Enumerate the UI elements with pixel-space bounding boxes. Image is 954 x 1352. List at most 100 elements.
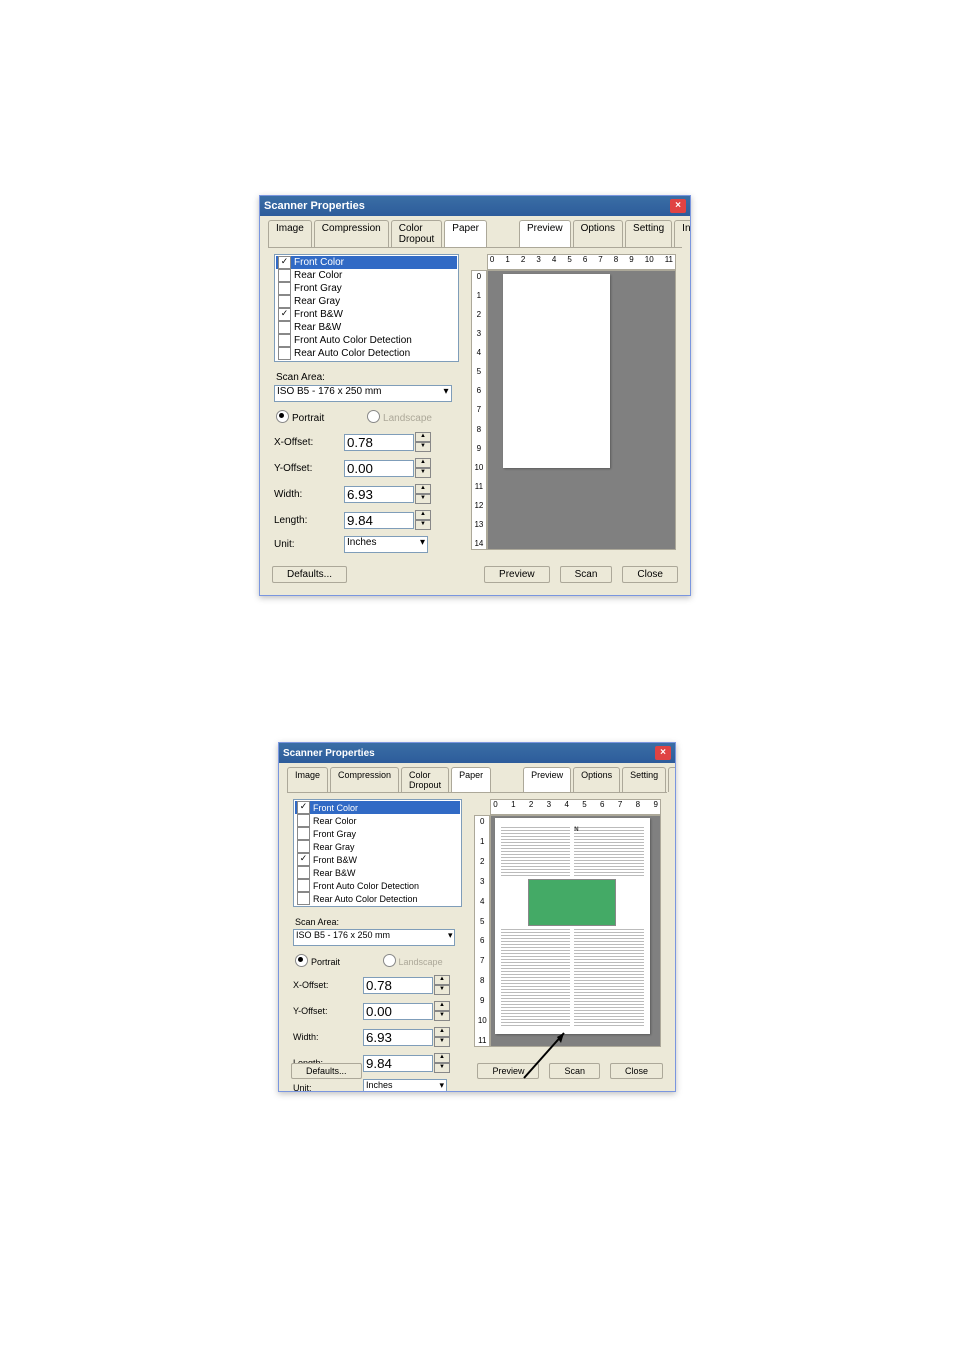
radio-landscape[interactable] (383, 954, 396, 967)
tab-information[interactable]: Information (674, 220, 691, 247)
yoffset-input[interactable] (363, 1003, 433, 1020)
spinner[interactable]: ▲▼ (415, 432, 431, 452)
tab-options[interactable]: Options (573, 767, 620, 792)
defaults-button[interactable]: Defaults... (272, 566, 347, 583)
tab-compression[interactable]: Compression (314, 220, 389, 247)
title-bar[interactable]: Scanner Properties × (260, 196, 690, 216)
spinner[interactable]: ▲▼ (434, 1027, 450, 1047)
preview-panel: 01234567891011 01234567891011121314 (471, 254, 676, 550)
length-label: Length: (274, 515, 344, 526)
list-item: Front Gray (276, 282, 457, 295)
spinner[interactable]: ▲▼ (415, 458, 431, 478)
checkbox-icon[interactable] (278, 295, 291, 308)
checkbox-icon[interactable] (297, 814, 310, 827)
tab-paper[interactable]: Paper (451, 767, 491, 792)
spinner[interactable]: ▲▼ (434, 1053, 450, 1073)
scan-area-select[interactable]: ISO B5 - 176 x 250 mm▾ (293, 929, 455, 946)
tab-information[interactable]: Information (668, 767, 676, 792)
tab-preview[interactable]: Preview (523, 767, 571, 792)
tab-image[interactable]: Image (287, 767, 328, 792)
close-button[interactable]: Close (610, 1063, 663, 1079)
image-type-list[interactable]: ✓Front Color Rear Color Front Gray Rear … (274, 254, 459, 362)
scanned-document-thumbnail: N (501, 827, 644, 1026)
orientation-radios: Portrait Landscape (276, 408, 459, 424)
preview-button[interactable]: Preview (484, 566, 550, 583)
checkbox-icon[interactable] (278, 347, 291, 360)
tab-color-dropout[interactable]: Color Dropout (401, 767, 449, 792)
width-label: Width: (293, 1032, 363, 1042)
preview-page[interactable]: N (495, 818, 650, 1034)
left-panel: ✓Front Color Rear Color Front Gray Rear … (274, 254, 459, 550)
left-panel: ✓Front Color Rear Color Front Gray Rear … (293, 799, 462, 1047)
tab-compression[interactable]: Compression (330, 767, 399, 792)
width-input[interactable] (363, 1029, 433, 1046)
xoffset-label: X-Offset: (293, 980, 363, 990)
spinner[interactable]: ▲▼ (415, 510, 431, 530)
checkbox-icon[interactable] (297, 840, 310, 853)
radio-landscape[interactable] (367, 410, 380, 423)
scan-area-select[interactable]: ISO B5 - 176 x 250 mm▾ (274, 385, 452, 402)
close-icon[interactable]: × (655, 746, 671, 760)
title-bar[interactable]: Scanner Properties × (279, 743, 675, 763)
defaults-button[interactable]: Defaults... (291, 1063, 362, 1079)
spinner[interactable]: ▲▼ (434, 975, 450, 995)
unit-label: Unit: (293, 1083, 363, 1093)
ruler-vertical: 01234567891011121314 (471, 270, 487, 550)
checkbox-icon[interactable] (297, 866, 310, 879)
close-button[interactable]: Close (622, 566, 678, 583)
checkbox-icon[interactable] (278, 269, 291, 282)
scan-button[interactable]: Scan (560, 566, 613, 583)
list-item: ✓Front Color (295, 801, 460, 814)
chevron-down-icon: ▾ (439, 1080, 444, 1091)
scanner-properties-dialog-2: Scanner Properties × Image Compression C… (278, 742, 676, 1092)
width-input[interactable] (344, 486, 414, 503)
checkbox-icon[interactable] (278, 321, 291, 334)
image-type-list[interactable]: ✓Front Color Rear Color Front Gray Rear … (293, 799, 462, 907)
checkbox-icon[interactable] (278, 334, 291, 347)
checkbox-icon[interactable] (278, 282, 291, 295)
checkbox-icon[interactable] (297, 879, 310, 892)
unit-label: Unit: (274, 539, 344, 550)
checkbox-icon[interactable]: ✓ (297, 853, 310, 866)
length-input[interactable] (363, 1055, 433, 1072)
tab-image[interactable]: Image (268, 220, 312, 247)
preview-button[interactable]: Preview (477, 1063, 539, 1079)
ruler-vertical: 01234567891011 (474, 815, 490, 1047)
close-icon[interactable]: × (670, 199, 686, 213)
list-item: ✓Front B&W (276, 308, 457, 321)
checkbox-icon[interactable]: ✓ (278, 256, 291, 269)
preview-bed[interactable] (487, 270, 676, 550)
preview-page[interactable] (503, 274, 610, 469)
xoffset-input[interactable] (363, 977, 433, 994)
list-item: Rear B&W (295, 866, 460, 879)
list-item: Rear Color (295, 814, 460, 827)
tab-color-dropout[interactable]: Color Dropout (391, 220, 443, 247)
tab-paper[interactable]: Paper (444, 220, 487, 247)
radio-portrait[interactable] (295, 954, 308, 967)
spinner[interactable]: ▲▼ (434, 1001, 450, 1021)
checkbox-icon[interactable]: ✓ (297, 801, 310, 814)
scan-button[interactable]: Scan (549, 1063, 600, 1079)
unit-select[interactable]: Inches▾ (344, 536, 428, 553)
tab-setting[interactable]: Setting (622, 767, 666, 792)
chevron-down-icon: ▾ (443, 386, 448, 397)
tab-options[interactable]: Options (573, 220, 623, 247)
tab-preview[interactable]: Preview (519, 220, 571, 247)
length-input[interactable] (344, 512, 414, 529)
checkbox-icon[interactable]: ✓ (278, 308, 291, 321)
tab-setting[interactable]: Setting (625, 220, 672, 247)
width-label: Width: (274, 489, 344, 500)
unit-select[interactable]: Inches▾ (363, 1079, 447, 1092)
chevron-down-icon: ▾ (420, 537, 425, 548)
button-bar: Defaults... Preview Scan Close (260, 556, 690, 595)
yoffset-input[interactable] (344, 460, 414, 477)
ruler-horizontal: 0123456789 (490, 799, 661, 815)
checkbox-icon[interactable] (297, 892, 310, 905)
checkbox-icon[interactable] (297, 827, 310, 840)
list-item: Rear Gray (276, 295, 457, 308)
list-item: Rear B&W (276, 321, 457, 334)
radio-portrait[interactable] (276, 410, 289, 423)
spinner[interactable]: ▲▼ (415, 484, 431, 504)
preview-bed[interactable]: N (490, 815, 661, 1047)
xoffset-input[interactable] (344, 434, 414, 451)
